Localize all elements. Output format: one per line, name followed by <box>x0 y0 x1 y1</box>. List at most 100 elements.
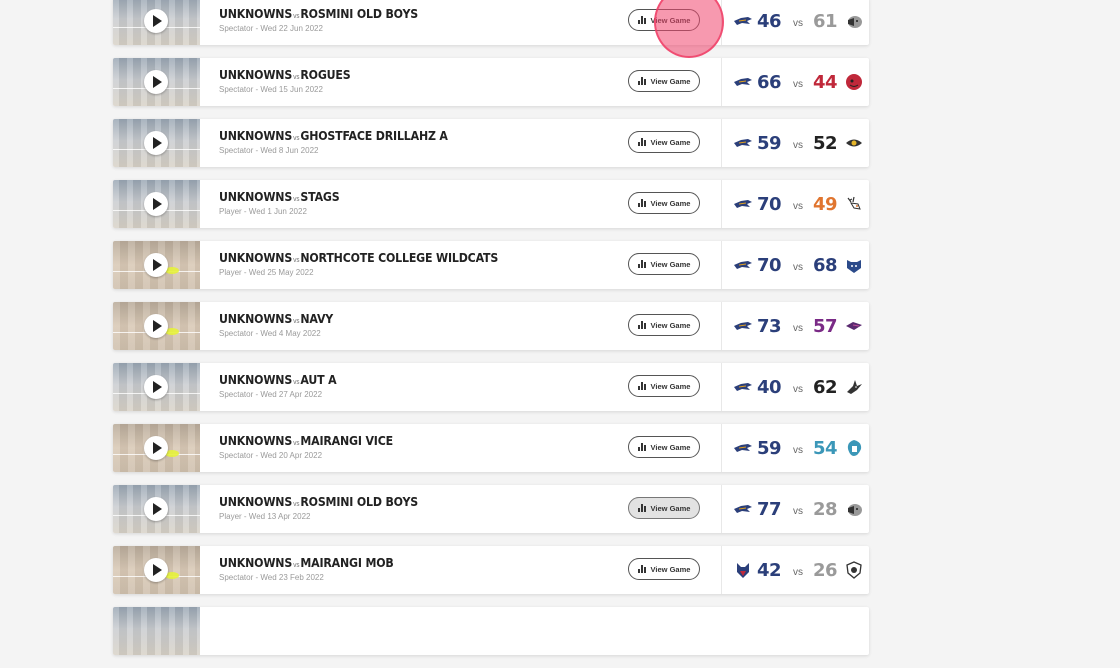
vs-label: vs <box>292 378 300 386</box>
divider <box>721 546 722 594</box>
play-button[interactable] <box>144 131 168 155</box>
home-score: 40 <box>757 376 782 398</box>
away-score: 62 <box>813 376 838 398</box>
game-title: UNKNOWNSvsROGUES <box>219 67 791 82</box>
video-thumbnail[interactable] <box>113 607 200 655</box>
video-thumbnail[interactable] <box>113 241 200 289</box>
view-game-button[interactable]: View Game <box>628 497 700 519</box>
versus-label: vs <box>793 566 803 578</box>
play-button[interactable] <box>144 70 168 94</box>
home-team-name: UNKNOWNS <box>219 555 293 570</box>
game-title: UNKNOWNSvsMAIRANGI MOB <box>219 555 791 570</box>
versus-label: vs <box>793 200 803 212</box>
view-game-label: View Game <box>650 259 691 269</box>
play-button[interactable] <box>144 375 168 399</box>
navy-fish-icon <box>845 317 863 335</box>
vs-label: vs <box>292 195 300 203</box>
vs-label: vs <box>292 439 300 447</box>
divider <box>721 58 722 106</box>
game-card[interactable]: UNKNOWNSvsNORTHCOTE COLLEGE WILDCATS Pla… <box>113 241 869 289</box>
home-score: 59 <box>757 437 782 459</box>
chart-bars-icon <box>637 443 646 451</box>
view-game-button[interactable]: View Game <box>628 192 700 214</box>
versus-label: vs <box>793 17 803 29</box>
video-thumbnail[interactable] <box>113 363 200 411</box>
play-button[interactable] <box>144 192 168 216</box>
game-title: UNKNOWNSvsSTAGS <box>219 189 791 204</box>
hawk-icon <box>734 317 752 335</box>
divider <box>721 302 722 350</box>
game-card[interactable]: UNKNOWNSvsROSMINI OLD BOYS Spectator - W… <box>113 0 869 45</box>
divider <box>721 363 722 411</box>
versus-label: vs <box>793 139 803 151</box>
home-score: 70 <box>757 193 782 215</box>
game-card[interactable]: UNKNOWNSvsROGUES Spectator - Wed 15 Jun … <box>113 58 869 106</box>
versus-label: vs <box>793 261 803 273</box>
view-game-label: View Game <box>650 198 691 208</box>
game-title: UNKNOWNSvsGHOSTFACE DRILLAHZ A <box>219 128 791 143</box>
hawk-icon <box>734 195 752 213</box>
view-game-button[interactable]: View Game <box>628 253 700 275</box>
game-card[interactable]: UNKNOWNSvsMAIRANGI MOB Spectator - Wed 2… <box>113 546 869 594</box>
video-thumbnail[interactable] <box>113 119 200 167</box>
chart-bars-icon <box>637 199 646 207</box>
video-thumbnail[interactable] <box>113 0 200 45</box>
away-score: 61 <box>813 10 838 32</box>
play-button[interactable] <box>144 436 168 460</box>
video-thumbnail[interactable] <box>113 424 200 472</box>
spartan-icon <box>845 439 863 457</box>
home-score: 73 <box>757 315 782 337</box>
vs-label: vs <box>292 500 300 508</box>
view-game-button[interactable]: View Game <box>628 131 700 153</box>
versus-label: vs <box>793 444 803 456</box>
game-card[interactable]: UNKNOWNSvsROSMINI OLD BOYS Player - Wed … <box>113 485 869 533</box>
vs-label: vs <box>292 317 300 325</box>
home-team-name: UNKNOWNS <box>219 67 293 82</box>
chart-bars-icon <box>637 565 646 573</box>
away-team-name: ROSMINI OLD BOYS <box>300 6 419 21</box>
game-card[interactable]: UNKNOWNSvsGHOSTFACE DRILLAHZ A Spectator… <box>113 119 869 167</box>
away-score: 49 <box>813 193 838 215</box>
view-game-button[interactable]: View Game <box>628 314 700 336</box>
view-game-button[interactable]: View Game <box>628 70 700 92</box>
view-game-button[interactable]: View Game <box>628 436 700 458</box>
video-thumbnail[interactable] <box>113 180 200 228</box>
home-score: 70 <box>757 254 782 276</box>
game-card[interactable]: UNKNOWNSvsSTAGS Player - Wed 1 Jun 2022 … <box>113 180 869 228</box>
away-score: 28 <box>813 498 838 520</box>
vs-label: vs <box>292 73 300 81</box>
game-card-partial[interactable] <box>113 607 869 655</box>
versus-label: vs <box>793 78 803 90</box>
badger-icon <box>845 12 863 30</box>
view-game-label: View Game <box>650 564 691 574</box>
home-score: 66 <box>757 71 782 93</box>
play-button[interactable] <box>144 558 168 582</box>
play-button[interactable] <box>144 9 168 33</box>
video-thumbnail[interactable] <box>113 302 200 350</box>
play-button[interactable] <box>144 314 168 338</box>
play-button[interactable] <box>144 497 168 521</box>
hawk-icon <box>734 500 752 518</box>
rogue-head-icon <box>845 73 863 91</box>
divider <box>721 180 722 228</box>
divider <box>721 241 722 289</box>
game-card[interactable]: UNKNOWNSvsAUT A Spectator - Wed 27 Apr 2… <box>113 363 869 411</box>
view-game-label: View Game <box>650 381 691 391</box>
away-score: 54 <box>813 437 838 459</box>
eye-icon <box>845 134 863 152</box>
play-button[interactable] <box>144 253 168 277</box>
away-team-name: NAVY <box>300 311 334 326</box>
video-thumbnail[interactable] <box>113 58 200 106</box>
video-thumbnail[interactable] <box>113 546 200 594</box>
hawk-icon <box>734 256 752 274</box>
away-team-name: GHOSTFACE DRILLAHZ A <box>300 128 448 143</box>
score-panel: 77 vs 28 <box>734 485 864 533</box>
away-score: 44 <box>813 71 838 93</box>
hawk-icon <box>734 439 752 457</box>
view-game-button[interactable]: View Game <box>628 375 700 397</box>
hawk-icon <box>734 73 752 91</box>
video-thumbnail[interactable] <box>113 485 200 533</box>
game-card[interactable]: UNKNOWNSvsNAVY Spectator - Wed 4 May 202… <box>113 302 869 350</box>
view-game-button[interactable]: View Game <box>628 558 700 580</box>
game-card[interactable]: UNKNOWNSvsMAIRANGI VICE Spectator - Wed … <box>113 424 869 472</box>
